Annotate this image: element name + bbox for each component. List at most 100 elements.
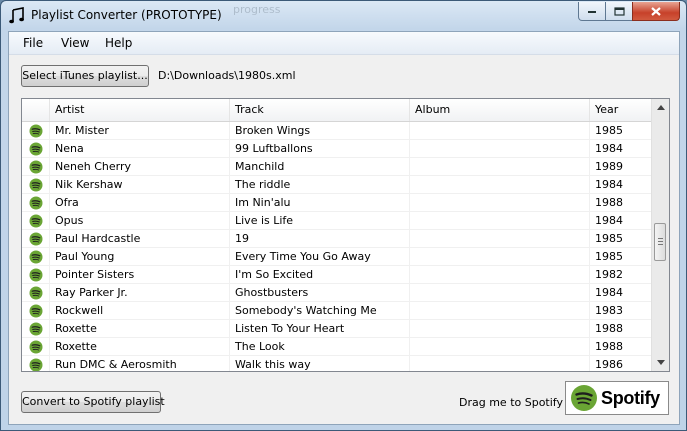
cell-artist: Nik Kershaw bbox=[50, 176, 230, 193]
spotify-icon bbox=[22, 266, 50, 283]
select-itunes-playlist-button[interactable]: Select iTunes playlist... bbox=[21, 65, 149, 87]
cell-album bbox=[410, 176, 590, 193]
cell-track: Live is Life bbox=[230, 212, 410, 229]
spotify-drag-badge[interactable]: Spotify bbox=[565, 381, 669, 415]
title-bar[interactable]: Playlist Converter (PROTOTYPE) progress bbox=[1, 1, 686, 31]
cell-album bbox=[410, 338, 590, 355]
cell-track: Every Time You Go Away bbox=[230, 248, 410, 265]
table-header: Artist Track Album Year bbox=[22, 99, 652, 122]
cell-year: 1985 bbox=[590, 248, 652, 265]
scroll-up-button[interactable] bbox=[652, 99, 669, 116]
cell-artist: Roxette bbox=[50, 338, 230, 355]
menu-view[interactable]: View bbox=[61, 36, 89, 50]
table-row[interactable]: Paul Hardcastle 19 1985 bbox=[22, 230, 652, 248]
cell-artist: Ofra bbox=[50, 194, 230, 211]
spotify-icon bbox=[22, 356, 50, 371]
spotify-icon bbox=[22, 140, 50, 157]
spotify-icon bbox=[22, 176, 50, 193]
cell-album bbox=[410, 158, 590, 175]
table-row[interactable]: Run DMC & Aerosmith Walk this way 1986 bbox=[22, 356, 652, 371]
client-area: File View Help Select iTunes playlist...… bbox=[8, 31, 680, 425]
table-row[interactable]: Roxette Listen To Your Heart 1988 bbox=[22, 320, 652, 338]
spotify-wordmark: Spotify bbox=[601, 387, 660, 408]
window-title: Playlist Converter (PROTOTYPE) bbox=[31, 8, 222, 22]
app-window: Playlist Converter (PROTOTYPE) progress … bbox=[0, 0, 687, 431]
cell-year: 1989 bbox=[590, 158, 652, 175]
table-row[interactable]: Paul Young Every Time You Go Away 1985 bbox=[22, 248, 652, 266]
cell-album bbox=[410, 248, 590, 265]
cell-track: Manchild bbox=[230, 158, 410, 175]
column-header-track[interactable]: Track bbox=[230, 99, 410, 121]
close-icon bbox=[651, 6, 661, 16]
cell-album bbox=[410, 140, 590, 157]
minimize-button[interactable] bbox=[578, 2, 606, 21]
cell-year: 1986 bbox=[590, 356, 652, 371]
table-row[interactable]: Opus Live is Life 1984 bbox=[22, 212, 652, 230]
spotify-icon bbox=[22, 122, 50, 139]
table-row[interactable]: Mr. Mister Broken Wings 1985 bbox=[22, 122, 652, 140]
cell-artist: Paul Young bbox=[50, 248, 230, 265]
maximize-button[interactable] bbox=[605, 2, 633, 21]
table-row[interactable]: Neneh Cherry Manchild 1989 bbox=[22, 158, 652, 176]
table-row[interactable]: Ray Parker Jr. Ghostbusters 1984 bbox=[22, 284, 652, 302]
cell-album bbox=[410, 302, 590, 319]
scrollbar-thumb[interactable] bbox=[654, 223, 666, 261]
menu-help[interactable]: Help bbox=[105, 36, 132, 50]
tracks-table[interactable]: Artist Track Album Year Mr. Mister Broken… bbox=[21, 98, 670, 372]
cell-year: 1982 bbox=[590, 266, 652, 283]
menu-file[interactable]: File bbox=[23, 36, 43, 50]
column-header-artist[interactable]: Artist bbox=[50, 99, 230, 121]
cell-year: 1985 bbox=[590, 230, 652, 247]
cell-track: Im Nin'alu bbox=[230, 194, 410, 211]
cell-year: 1983 bbox=[590, 302, 652, 319]
column-header-album[interactable]: Album bbox=[410, 99, 590, 121]
convert-to-spotify-button[interactable]: Convert to Spotify playlist bbox=[21, 391, 165, 413]
table-row[interactable]: Nena 99 Luftballons 1984 bbox=[22, 140, 652, 158]
scroll-down-button[interactable] bbox=[652, 354, 669, 371]
spotify-icon bbox=[22, 302, 50, 319]
vertical-scrollbar[interactable] bbox=[651, 99, 669, 371]
cell-artist: Opus bbox=[50, 212, 230, 229]
cell-year: 1984 bbox=[590, 176, 652, 193]
chevron-up-icon bbox=[656, 105, 665, 110]
cell-year: 1984 bbox=[590, 212, 652, 229]
table-row[interactable]: Rockwell Somebody's Watching Me 1983 bbox=[22, 302, 652, 320]
cell-year: 1984 bbox=[590, 284, 652, 301]
table-row[interactable]: Ofra Im Nin'alu 1988 bbox=[22, 194, 652, 212]
table-row[interactable]: Roxette The Look 1988 bbox=[22, 338, 652, 356]
column-header-year[interactable]: Year bbox=[590, 99, 652, 121]
cell-track: I'm So Excited bbox=[230, 266, 410, 283]
spotify-icon bbox=[22, 248, 50, 265]
cell-album bbox=[410, 122, 590, 139]
cell-artist: Ray Parker Jr. bbox=[50, 284, 230, 301]
cell-artist: Rockwell bbox=[50, 302, 230, 319]
drag-to-spotify-label: Drag me to Spotify -> bbox=[459, 396, 580, 409]
spotify-icon bbox=[22, 230, 50, 247]
cell-artist: Run DMC & Aerosmith bbox=[50, 356, 230, 371]
cell-track: 99 Luftballons bbox=[230, 140, 410, 157]
menu-bar: File View Help bbox=[9, 32, 679, 55]
chevron-down-icon bbox=[656, 360, 665, 365]
table-row[interactable]: Nik Kershaw The riddle 1984 bbox=[22, 176, 652, 194]
close-button[interactable] bbox=[632, 2, 680, 21]
cell-artist: Paul Hardcastle bbox=[50, 230, 230, 247]
cell-artist: Neneh Cherry bbox=[50, 158, 230, 175]
cell-artist: Roxette bbox=[50, 320, 230, 337]
spotify-icon bbox=[22, 158, 50, 175]
cell-artist: Pointer Sisters bbox=[50, 266, 230, 283]
cell-track: The Look bbox=[230, 338, 410, 355]
cell-track: 19 bbox=[230, 230, 410, 247]
cell-track: Listen To Your Heart bbox=[230, 320, 410, 337]
cell-album bbox=[410, 284, 590, 301]
spotify-icon bbox=[22, 194, 50, 211]
table-body: Mr. Mister Broken Wings 1985 Nena 99 Luftbal… bbox=[22, 122, 652, 371]
table-row[interactable]: Pointer Sisters I'm So Excited 1982 bbox=[22, 266, 652, 284]
spotify-icon bbox=[22, 338, 50, 355]
cell-album bbox=[410, 356, 590, 371]
cell-artist: Mr. Mister bbox=[50, 122, 230, 139]
cell-album bbox=[410, 266, 590, 283]
cell-track: Broken Wings bbox=[230, 122, 410, 139]
cell-track: Somebody's Watching Me bbox=[230, 302, 410, 319]
cell-track: Ghostbusters bbox=[230, 284, 410, 301]
cell-artist: Nena bbox=[50, 140, 230, 157]
